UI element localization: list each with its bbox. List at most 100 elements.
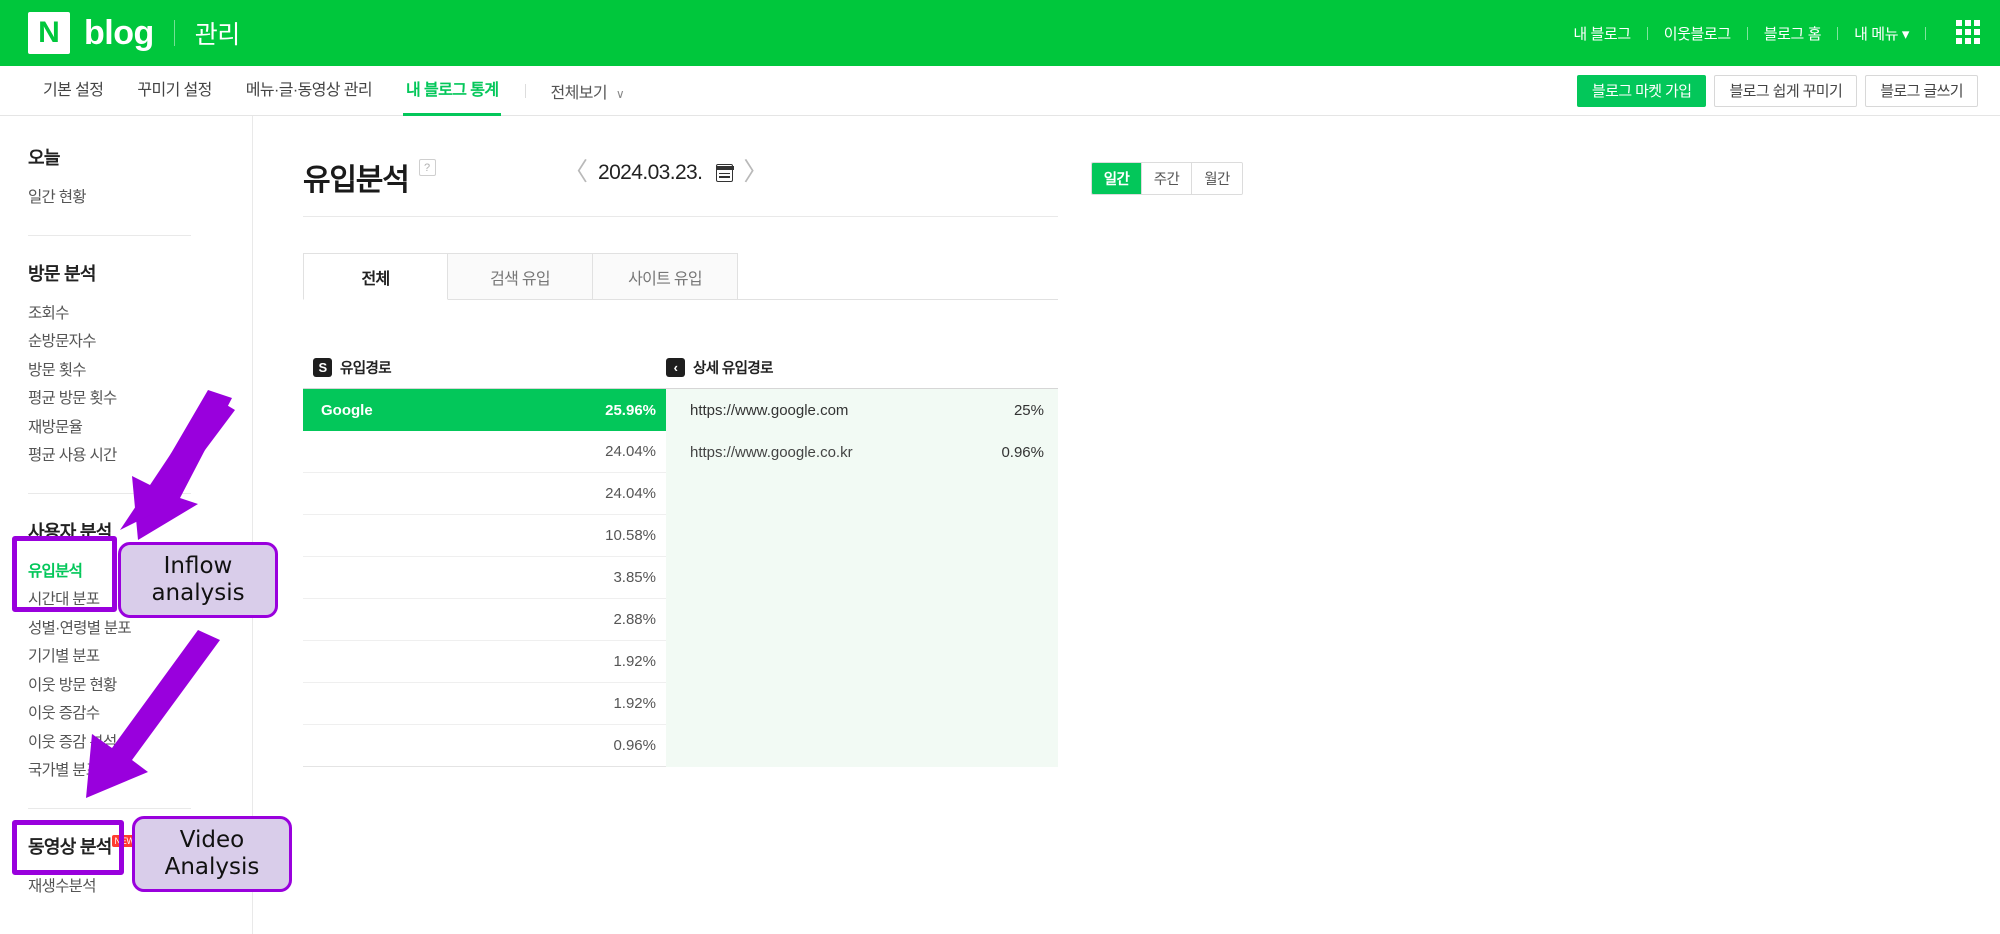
- sidebar-group-video-analysis: 동영상 분석 NEW 재생수분석: [28, 833, 252, 902]
- sidebar-divider: [28, 492, 191, 494]
- table-row[interactable]: 1.92%: [303, 641, 666, 683]
- calendar-icon[interactable]: [715, 163, 734, 182]
- sidebar-item-revisit-rate[interactable]: 재방문율: [28, 414, 252, 443]
- gnb-divider: [1925, 26, 1926, 40]
- column-header-inflow-path: S 유입경로: [303, 357, 666, 378]
- table-row[interactable]: 24.04%: [303, 473, 666, 515]
- nav-my-blog-stats[interactable]: 내 블로그 통계: [389, 66, 515, 116]
- inflow-percent: 24.04%: [605, 443, 656, 460]
- period-monthly-button[interactable]: 월간: [1192, 163, 1242, 194]
- sidebar-group-visit-analysis: 방문 분석 조회수 순방문자수 방문 횟수 평균 방문 횟수 재방문율 평균 사…: [28, 260, 252, 471]
- detail-url: https://www.google.com: [690, 401, 849, 419]
- inflow-percent: 25.96%: [605, 401, 656, 419]
- blog-market-join-button[interactable]: 블로그 마켓 가입: [1576, 74, 1707, 107]
- sidebar-header-today: 오늘: [28, 148, 60, 168]
- table-row[interactable]: 1.92%: [303, 683, 666, 725]
- blog-wordmark: blog: [84, 13, 154, 52]
- detail-url: https://www.google.co.kr: [690, 443, 853, 461]
- sidebar-item-neighbor-change-count[interactable]: 이웃 증감수: [28, 700, 252, 729]
- sidebar-item-unique-visitors[interactable]: 순방문자수: [28, 328, 252, 357]
- sidebar-group-today: 오늘 일간 현황: [28, 144, 252, 213]
- page-header: 유입분석 ? 〈 2024.03.23. 〉 일간 주간 월간: [303, 146, 1265, 208]
- brand-logo[interactable]: N blog 관리: [0, 12, 240, 54]
- tab-all[interactable]: 전체: [303, 253, 448, 300]
- sidebar-header-visit-analysis: 방문 분석: [28, 263, 96, 284]
- sidebar-item-neighbor-change-analysis[interactable]: 이웃 증감 분석: [28, 729, 252, 758]
- page-title: 유입분석: [303, 164, 410, 197]
- question-mark-icon[interactable]: ?: [418, 159, 436, 176]
- inflow-path-column: Google 25.96% 24.04% 24.04% 10.58% 3.85%…: [303, 389, 682, 767]
- inflow-tabs: 전체 검색 유입 사이트 유입: [303, 253, 1058, 300]
- detail-row[interactable]: https://www.google.co.kr 0.96%: [666, 431, 1058, 473]
- sidebar-item-play-count-analysis[interactable]: 재생수분석: [28, 873, 252, 902]
- nav-menu-post-video-manage[interactable]: 메뉴·글·동영상 관리: [229, 66, 389, 116]
- global-nav-links: 내 블로그 이웃블로그 블로그 홈 내 메뉴 ▾: [1557, 20, 2000, 46]
- date-prev-button[interactable]: 〈: [563, 160, 588, 185]
- blog-write-post-button[interactable]: 블로그 글쓰기: [1865, 74, 1978, 107]
- detail-row-empty: [666, 683, 1058, 725]
- tab-site-inflow[interactable]: 사이트 유입: [593, 253, 738, 300]
- nav-decorate-settings[interactable]: 꾸미기 설정: [120, 66, 228, 116]
- sidebar-item-daily-status[interactable]: 일간 현황: [28, 184, 252, 213]
- gnb-link-my-menu[interactable]: 내 메뉴 ▾: [1838, 23, 1925, 44]
- sidebar-item-avg-visit-count[interactable]: 평균 방문 횟수: [28, 385, 252, 414]
- sidebar-item-device-distribution[interactable]: 기기별 분포: [28, 643, 252, 672]
- detail-path-column: https://www.google.com 25% https://www.g…: [666, 389, 1058, 767]
- table-row[interactable]: 24.04%: [303, 431, 666, 473]
- detail-row-empty: [666, 725, 1058, 767]
- table-row[interactable]: 3.85%: [303, 557, 666, 599]
- sidebar-header-user-analysis: 사용자 분석: [28, 521, 112, 542]
- sidebar-item-inflow-analysis[interactable]: 유입분석: [28, 558, 252, 587]
- blog-easy-decorate-button[interactable]: 블로그 쉽게 꾸미기: [1714, 74, 1858, 107]
- sidebar-item-avg-usage-time[interactable]: 평균 사용 시간: [28, 442, 252, 471]
- inflow-percent: 2.88%: [613, 611, 656, 628]
- sidebar-item-time-distribution[interactable]: 시간대 분포: [28, 586, 252, 615]
- inflow-source-label: Google: [321, 401, 373, 419]
- tab-search-inflow[interactable]: 검색 유입: [448, 253, 593, 300]
- table-row[interactable]: 0.96%: [303, 725, 666, 767]
- gnb-link-my-blog[interactable]: 내 블로그: [1557, 23, 1646, 44]
- inflow-percent: 0.96%: [613, 737, 656, 754]
- nav-basic-settings[interactable]: 기본 설정: [26, 66, 120, 116]
- main-content: 유입분석 ? 〈 2024.03.23. 〉 일간 주간 월간 전체 검색 유입…: [253, 116, 2000, 934]
- sidebar-item-views[interactable]: 조회수: [28, 300, 252, 329]
- nav-view-all[interactable]: 전체보기 ∨: [536, 79, 638, 103]
- column-header-detail-path: ‹ 상세 유입경로: [666, 357, 773, 378]
- apps-grid-icon[interactable]: [1956, 20, 1982, 46]
- gnb-link-blog-home[interactable]: 블로그 홈: [1748, 23, 1837, 44]
- date-navigator: 〈 2024.03.23. 〉: [563, 160, 768, 185]
- admin-label: 관리: [194, 21, 241, 49]
- sidebar-divider: [28, 234, 191, 236]
- header-divider: [303, 216, 1058, 217]
- detail-row-empty: [666, 515, 1058, 557]
- detail-row[interactable]: https://www.google.com 25%: [666, 389, 1058, 431]
- detail-row-empty: [666, 641, 1058, 683]
- sidebar-item-neighbor-visit-status[interactable]: 이웃 방문 현황: [28, 672, 252, 701]
- detail-row-empty: [666, 473, 1058, 515]
- detail-path-icon: ‹: [666, 357, 685, 377]
- sidebar-item-gender-age-distribution[interactable]: 성별·연령별 분포: [28, 615, 252, 644]
- inflow-path-icon: S: [313, 357, 332, 377]
- local-nav-bar: 기본 설정 꾸미기 설정 메뉴·글·동영상 관리 내 블로그 통계 전체보기 ∨…: [0, 66, 2000, 116]
- table-row[interactable]: Google 25.96%: [303, 389, 682, 431]
- chevron-down-icon: ∨: [615, 86, 625, 101]
- sidebar-group-user-analysis: 사용자 분석 유입분석 시간대 분포 성별·연령별 분포 기기별 분포 이웃 방…: [28, 518, 252, 786]
- local-nav-items: 기본 설정 꾸미기 설정 메뉴·글·동영상 관리 내 블로그 통계 전체보기 ∨: [0, 66, 638, 116]
- gnb-link-neighbor-blog[interactable]: 이웃블로그: [1648, 23, 1747, 44]
- table-body: Google 25.96% 24.04% 24.04% 10.58% 3.85%…: [303, 389, 1058, 767]
- sidebar-item-country-distribution[interactable]: 국가별 분포: [28, 757, 252, 786]
- period-daily-button[interactable]: 일간: [1092, 163, 1142, 194]
- column-header-detail-path-label: 상세 유입경로: [693, 360, 773, 377]
- detail-percent: 25%: [1013, 401, 1044, 419]
- table-row[interactable]: 10.58%: [303, 515, 666, 557]
- detail-row-empty: [666, 557, 1058, 599]
- inflow-percent: 10.58%: [605, 527, 656, 544]
- date-next-button[interactable]: 〉: [743, 160, 768, 185]
- detail-row-empty: [666, 599, 1058, 641]
- detail-percent: 0.96%: [1001, 443, 1044, 461]
- sidebar-divider: [28, 807, 191, 809]
- sidebar-item-visit-count[interactable]: 방문 횟수: [28, 357, 252, 386]
- period-weekly-button[interactable]: 주간: [1142, 163, 1192, 194]
- nav-divider: [525, 83, 527, 98]
- table-row[interactable]: 2.88%: [303, 599, 666, 641]
